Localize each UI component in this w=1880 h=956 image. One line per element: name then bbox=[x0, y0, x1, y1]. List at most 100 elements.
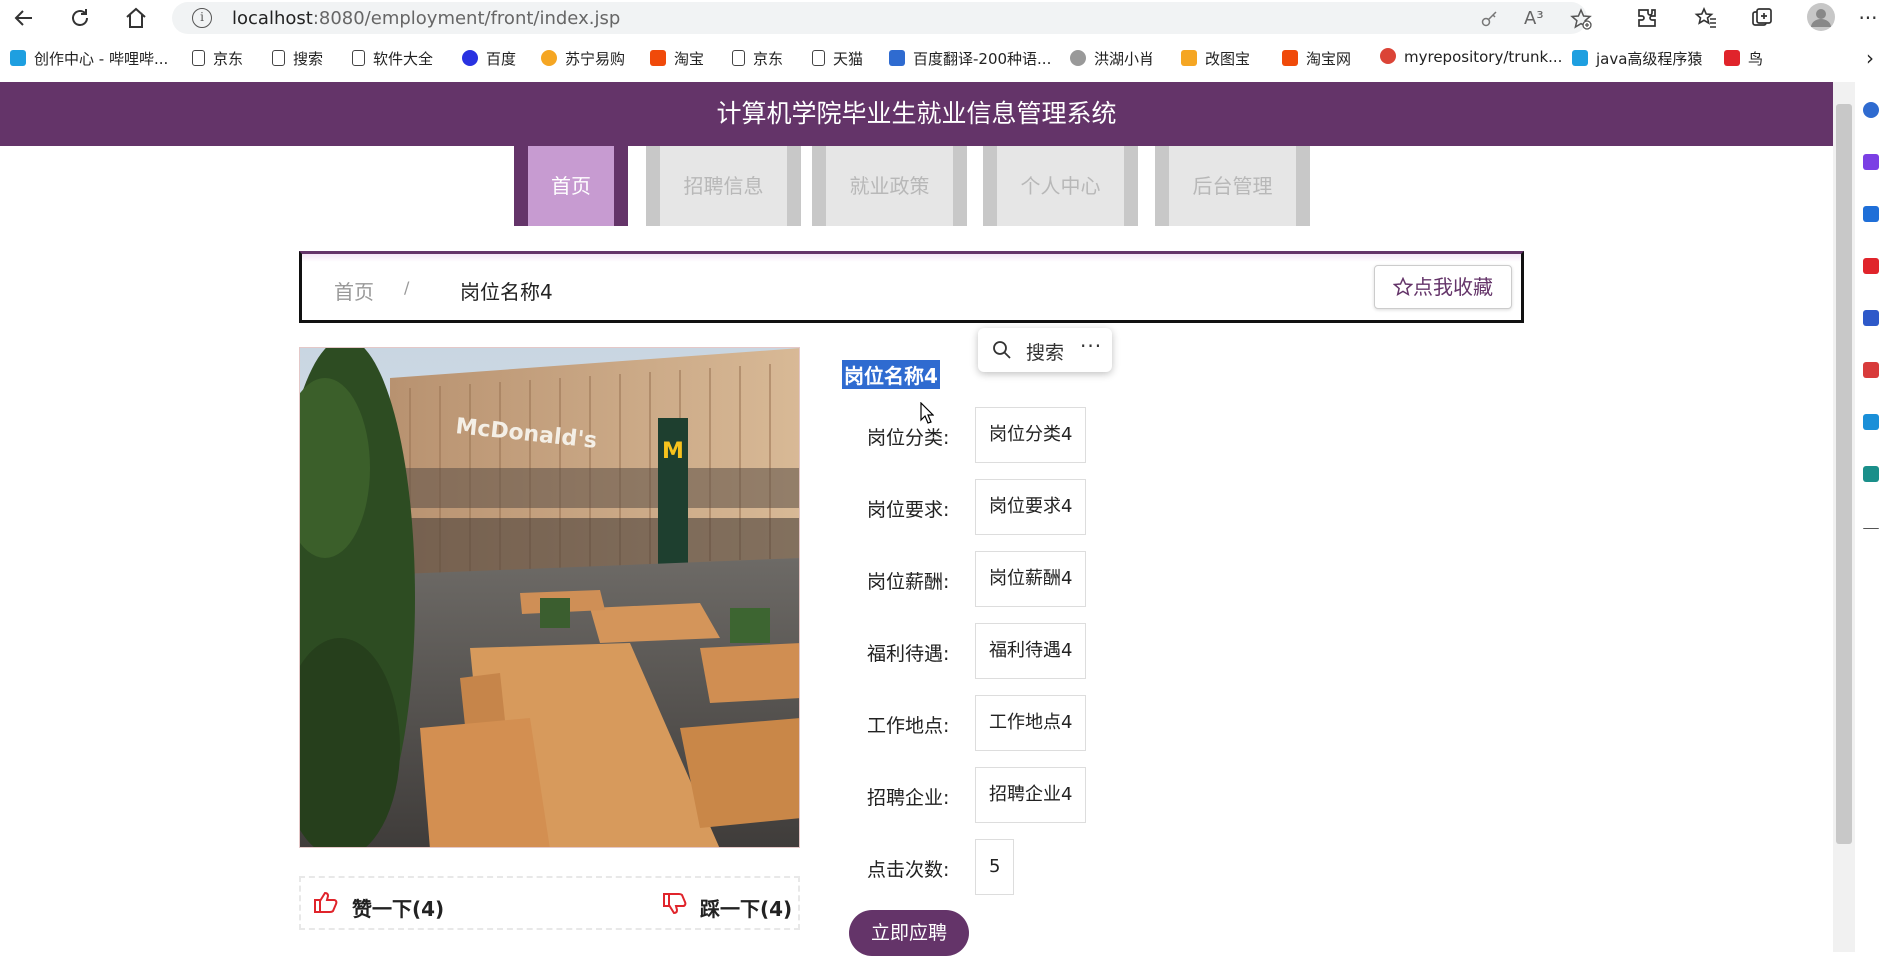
image-logo-text: M bbox=[662, 439, 684, 464]
bookmark-item[interactable]: 淘宝网 bbox=[1282, 48, 1351, 69]
search-icon[interactable] bbox=[992, 340, 1012, 364]
selection-search-popup: 搜索 ··· bbox=[978, 328, 1112, 372]
bookmark-item[interactable]: 天猫 bbox=[812, 48, 863, 69]
key-icon[interactable] bbox=[1480, 8, 1500, 33]
info-icon[interactable]: i bbox=[192, 8, 212, 28]
bookmark-item[interactable]: 京东 bbox=[192, 48, 243, 69]
nav-tab-home[interactable]: 首页 bbox=[514, 146, 628, 226]
search-sidebar-icon[interactable] bbox=[1863, 102, 1879, 118]
site-title: 计算机学院毕业生就业信息管理系统 bbox=[716, 99, 1117, 128]
bookmark-item[interactable]: 洪湖小肖 bbox=[1070, 48, 1154, 69]
nav-tab-label: 个人中心 bbox=[1020, 174, 1101, 198]
bird-icon bbox=[1070, 50, 1086, 66]
page-icon bbox=[192, 50, 205, 66]
tools-icon[interactable] bbox=[1863, 258, 1879, 274]
edge-sidebar bbox=[1855, 82, 1880, 952]
bookmark-item[interactable]: 鸟 bbox=[1724, 48, 1763, 69]
field-label: 岗位分类: bbox=[867, 427, 950, 449]
bilibili-icon bbox=[1572, 50, 1588, 66]
favorite-button-label: 点我收藏 bbox=[1413, 275, 1493, 299]
chrome-icon bbox=[1380, 48, 1396, 64]
bookmark-item[interactable]: 搜索 bbox=[272, 48, 323, 69]
field-label: 点击次数: bbox=[867, 859, 950, 881]
bookmarks-bar: 创作中心 - 哔哩哔... 京东 搜索 软件大全 百度 苏宁易购 淘宝 京东 天… bbox=[0, 44, 1880, 74]
dislike-button[interactable]: 踩一下(4) bbox=[700, 893, 792, 922]
favorite-star-icon[interactable] bbox=[1570, 8, 1592, 35]
page-icon bbox=[272, 50, 285, 66]
bookmark-item[interactable]: 创作中心 - 哔哩哔... bbox=[10, 48, 168, 69]
refresh-icon[interactable] bbox=[68, 6, 92, 30]
bookmark-item[interactable]: 百度翻译-200种语... bbox=[889, 48, 1051, 69]
gaitubao-icon bbox=[1181, 50, 1197, 66]
breadcrumb: 首页 / 岗位名称4 bbox=[299, 251, 1524, 323]
nav-tab-label: 首页 bbox=[551, 174, 591, 198]
field-label: 岗位要求: bbox=[867, 499, 950, 521]
breadcrumb-home-link[interactable]: 首页 bbox=[334, 276, 374, 305]
nav-tab-jobs[interactable]: 招聘信息 bbox=[646, 146, 801, 226]
taobao-icon bbox=[1282, 50, 1298, 66]
star-icon bbox=[1392, 276, 1414, 297]
outlook-icon[interactable] bbox=[1863, 414, 1879, 430]
favorite-button[interactable]: 点我收藏 bbox=[1374, 265, 1512, 309]
shopping-icon[interactable] bbox=[1863, 206, 1879, 222]
collections-icon[interactable] bbox=[1750, 6, 1774, 30]
job-image: McDonald's M bbox=[299, 347, 800, 848]
bookmark-item[interactable]: 苏宁易购 bbox=[541, 48, 625, 69]
more-menu-icon[interactable]: ··· bbox=[1856, 6, 1880, 30]
bookmark-item[interactable]: myrepository/trunk... bbox=[1380, 48, 1562, 66]
breadcrumb-current: 岗位名称4 bbox=[460, 280, 553, 304]
bookmark-item[interactable]: 百度 bbox=[462, 48, 516, 69]
add-icon[interactable] bbox=[1863, 528, 1879, 530]
thumbs-down-icon[interactable] bbox=[662, 892, 688, 920]
page-icon bbox=[352, 50, 365, 66]
bookmark-item[interactable]: 软件大全 bbox=[352, 48, 433, 69]
back-arrow-icon[interactable] bbox=[12, 6, 36, 30]
bookmark-item[interactable]: 淘宝 bbox=[650, 48, 704, 69]
field-label: 工作地点: bbox=[867, 715, 950, 737]
field-value: 工作地点4 bbox=[975, 695, 1087, 751]
popup-more-button[interactable]: ··· bbox=[1080, 334, 1102, 358]
click-count-value: 5 bbox=[975, 839, 1015, 895]
nav-tab-label: 就业政策 bbox=[849, 174, 930, 198]
thumbs-up-icon[interactable] bbox=[313, 890, 339, 918]
job-title: 岗位名称4 bbox=[842, 360, 940, 389]
field-value: 招聘企业4 bbox=[975, 767, 1087, 823]
field-label: 岗位薪酬: bbox=[867, 571, 950, 593]
url-text[interactable]: localhost:8080/employment/front/index.js… bbox=[232, 8, 620, 29]
field-value: 岗位分类4 bbox=[975, 407, 1087, 463]
copilot-icon[interactable] bbox=[1863, 154, 1879, 170]
extensions-icon[interactable] bbox=[1635, 6, 1659, 30]
bilibili-icon bbox=[10, 50, 26, 66]
profile-avatar-icon[interactable] bbox=[1806, 2, 1836, 32]
more-bookmarks-icon[interactable]: › bbox=[1866, 46, 1874, 70]
browser-toolbar: i localhost:8080/employment/front/index.… bbox=[0, 0, 1880, 36]
vote-box: 赞一下(4) 踩一下(4) bbox=[299, 876, 800, 930]
apply-button[interactable]: 立即应聘 bbox=[849, 910, 969, 956]
home-icon[interactable] bbox=[124, 6, 148, 30]
people-icon[interactable] bbox=[1863, 310, 1879, 326]
read-aloud-icon[interactable]: A³ bbox=[1524, 8, 1544, 29]
page-icon bbox=[732, 50, 745, 66]
field-value: 岗位薪酬4 bbox=[975, 551, 1087, 607]
bookmark-item[interactable]: java高级程序猿 bbox=[1572, 48, 1702, 69]
office-icon[interactable] bbox=[1863, 362, 1879, 378]
scrollbar-thumb[interactable] bbox=[1836, 104, 1852, 844]
breadcrumb-separator: / bbox=[404, 278, 410, 297]
favorites-icon[interactable] bbox=[1694, 6, 1718, 30]
field-label: 福利待遇: bbox=[867, 643, 950, 665]
nav-tab-admin[interactable]: 后台管理 bbox=[1155, 146, 1310, 226]
bookmark-item[interactable]: 京东 bbox=[732, 48, 783, 69]
popup-search-button[interactable]: 搜索 bbox=[1026, 338, 1064, 365]
bookmark-item[interactable]: 改图宝 bbox=[1181, 48, 1250, 69]
site-header: 计算机学院毕业生就业信息管理系统 bbox=[0, 82, 1833, 146]
nav-tab-profile[interactable]: 个人中心 bbox=[983, 146, 1138, 226]
field-label: 招聘企业: bbox=[867, 787, 950, 809]
baidu-translate-icon bbox=[889, 50, 905, 66]
address-bar[interactable]: i localhost:8080/employment/front/index.… bbox=[172, 2, 1592, 34]
like-button[interactable]: 赞一下(4) bbox=[352, 893, 444, 922]
scrollbar[interactable] bbox=[1833, 82, 1855, 952]
nav-tab-policy[interactable]: 就业政策 bbox=[812, 146, 967, 226]
games-icon[interactable] bbox=[1863, 466, 1879, 482]
suning-icon bbox=[541, 50, 557, 66]
field-value: 岗位要求4 bbox=[975, 479, 1087, 535]
